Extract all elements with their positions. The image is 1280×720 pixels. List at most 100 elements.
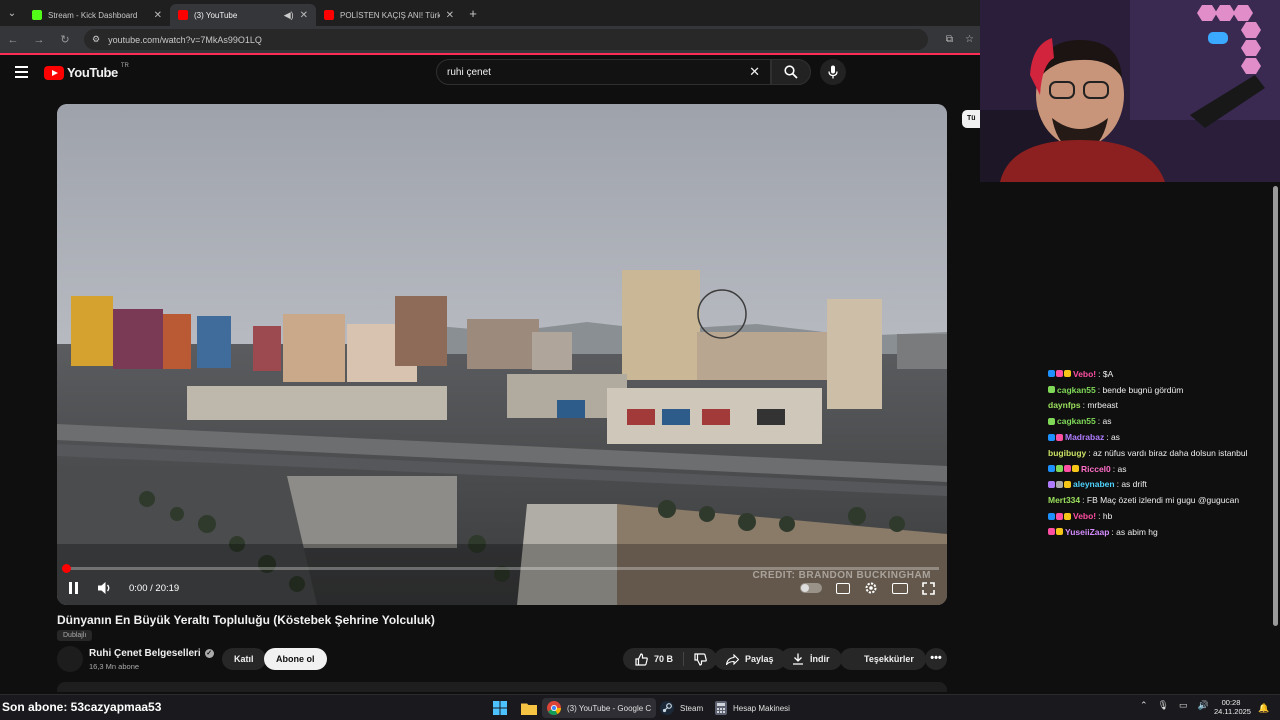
taskbar-clock[interactable]: 00:28 24.11.2025 <box>1214 698 1251 716</box>
chat-badge-icon <box>1048 528 1055 536</box>
share-label: Paylaş <box>745 654 774 664</box>
streamer-webcam-image <box>980 0 1280 182</box>
chat-message: Vebo!: hb <box>1048 508 1270 524</box>
thanks-label: Teşekkürler <box>864 654 914 664</box>
chat-badge-icon <box>1064 370 1071 378</box>
chat-username[interactable]: Vebo! <box>1073 511 1096 521</box>
tray-volume-icon[interactable]: 🔊 <box>1198 700 1209 711</box>
page-scrollbar[interactable] <box>1271 182 1280 694</box>
thumbs-up-icon[interactable] <box>635 652 648 666</box>
tab-search-icon[interactable]: ⌄ <box>0 0 24 26</box>
video-player[interactable]: CREDIT: BRANDON BUCKINGHAM 0:00 / 20:19 <box>57 104 947 605</box>
chat-username[interactable]: Mert334 <box>1048 495 1080 505</box>
chat-username[interactable]: cagkan55 <box>1057 416 1096 426</box>
chat-badge-icon <box>1048 465 1055 473</box>
thanks-button[interactable]: Teşekkürler <box>840 648 926 670</box>
reload-icon[interactable]: ↻ <box>58 33 72 46</box>
chat-username[interactable]: Riccel0 <box>1081 464 1111 474</box>
tab-close-icon[interactable]: ✕ <box>300 10 308 21</box>
back-icon[interactable]: ← <box>6 34 20 46</box>
stream-chat: Vebo!: $A cagkan55: bende bugnü gördüm day… <box>1048 366 1270 540</box>
new-tab-button[interactable]: + <box>462 6 484 21</box>
like-divider <box>683 652 685 666</box>
miniplayer-icon[interactable] <box>892 582 908 594</box>
tab-police-chase[interactable]: POLİSTEN KAÇIŞ ANI! Türkiye'd ✕ <box>316 4 462 26</box>
search-query: ruhi çenet <box>447 66 491 78</box>
clear-search-icon[interactable]: ✕ <box>749 64 760 80</box>
tab-close-icon[interactable]: ✕ <box>446 10 454 21</box>
forward-icon[interactable]: → <box>32 34 46 46</box>
volume-icon[interactable] <box>97 581 113 595</box>
channel-name-link[interactable]: Ruhi Çenet Belgeselleri ✓ <box>89 648 214 659</box>
chat-badge-icon <box>1048 433 1055 441</box>
download-label: İndir <box>810 654 830 664</box>
search-input[interactable]: ruhi çenet ✕ <box>436 59 771 85</box>
subscribe-button[interactable]: Abone ol <box>264 648 327 670</box>
tab-youtube[interactable]: (3) YouTube ◀) ✕ <box>170 4 316 26</box>
scrollbar-thumb[interactable] <box>1273 186 1278 626</box>
channel-avatar[interactable] <box>57 646 83 672</box>
notification-bell-icon[interactable]: 🔔 <box>1258 703 1269 714</box>
chat-username[interactable]: bugibugy <box>1048 448 1086 458</box>
chat-message: bugibugy: az nüfus vardı biraz daha dols… <box>1048 445 1270 461</box>
tray-microphone-icon[interactable]: 🎙 <box>1158 700 1169 711</box>
chat-username[interactable]: cagkan55 <box>1057 385 1096 395</box>
autoplay-toggle[interactable] <box>800 583 822 593</box>
chat-username[interactable]: YuseiiZaap <box>1065 527 1109 537</box>
tab-close-icon[interactable]: ✕ <box>154 10 162 21</box>
chat-badges <box>1048 528 1063 536</box>
chat-badges <box>1048 417 1055 425</box>
browser-toolbar: ← → ↻ ⚙ youtube.com/watch?v=7MkAs99O1LQ … <box>0 26 980 53</box>
chat-username[interactable]: daynfps <box>1048 400 1081 410</box>
verified-check-icon: ✓ <box>204 649 214 658</box>
share-button[interactable]: Paylaş <box>714 648 786 670</box>
youtube-favicon-icon <box>178 10 188 20</box>
address-bar[interactable]: ⚙ youtube.com/watch?v=7MkAs99O1LQ <box>84 29 928 50</box>
chat-message: aleynaben: as drift <box>1048 477 1270 493</box>
chat-text: az nüfus vardı biraz daha dolsun istanbu… <box>1092 447 1248 458</box>
fullscreen-icon[interactable] <box>922 581 935 595</box>
url-text: youtube.com/watch?v=7MkAs99O1LQ <box>108 34 262 45</box>
progress-bar[interactable] <box>62 564 939 573</box>
chat-username[interactable]: Madrabaz <box>1065 432 1104 442</box>
chat-text: as <box>1102 416 1112 427</box>
start-button[interactable] <box>488 698 512 718</box>
tab-kick-dashboard[interactable]: Stream - Kick Dashboard ✕ <box>24 4 170 26</box>
site-info-icon[interactable]: ⚙ <box>92 34 100 45</box>
chrome-app-label: (3) YouTube - Google C <box>567 703 652 713</box>
chat-badge-icon <box>1048 512 1055 520</box>
bookmark-star-icon[interactable]: ☆ <box>965 34 974 45</box>
thumbs-down-icon[interactable] <box>694 652 707 666</box>
youtube-logo[interactable]: YouTube TR <box>44 63 129 80</box>
description-box[interactable] <box>57 682 947 692</box>
file-explorer-button[interactable] <box>516 698 542 718</box>
more-actions-icon[interactable]: ••• <box>925 648 947 670</box>
taskbar-calculator[interactable]: Hesap Makinesi <box>710 698 795 718</box>
taskbar-chrome[interactable]: (3) YouTube - Google C <box>542 698 657 718</box>
download-button[interactable]: İndir <box>780 648 842 670</box>
like-count[interactable]: 70 B <box>654 654 673 664</box>
taskbar-steam[interactable]: Steam <box>655 698 708 718</box>
chat-badges <box>1048 370 1071 378</box>
steam-icon <box>660 701 674 715</box>
subtitles-icon[interactable] <box>836 582 850 594</box>
chat-badge-icon <box>1048 480 1055 488</box>
chat-text: as drift <box>1121 479 1147 490</box>
join-button[interactable]: Katıl <box>222 648 266 670</box>
search-button[interactable] <box>771 59 811 85</box>
settings-gear-icon[interactable] <box>864 581 878 595</box>
tray-network-icon[interactable]: ▭ <box>1179 700 1188 711</box>
tab-title: Stream - Kick Dashboard <box>48 10 138 20</box>
install-app-icon[interactable]: ⧉ <box>946 34 953 45</box>
chat-badge-icon <box>1064 512 1071 520</box>
chat-username[interactable]: aleynaben <box>1073 479 1115 489</box>
pause-icon[interactable] <box>69 582 81 594</box>
scrubber-handle[interactable] <box>62 564 71 573</box>
speaker-icon[interactable]: ◀) <box>284 10 294 21</box>
chat-username[interactable]: Vebo! <box>1073 369 1096 379</box>
voice-search-button[interactable] <box>820 59 846 85</box>
microphone-icon <box>828 65 838 79</box>
side-filter-chip[interactable]: Tü <box>962 110 980 128</box>
menu-icon[interactable] <box>15 66 28 81</box>
tray-overflow-chevron-icon[interactable]: ⌃ <box>1140 700 1148 711</box>
